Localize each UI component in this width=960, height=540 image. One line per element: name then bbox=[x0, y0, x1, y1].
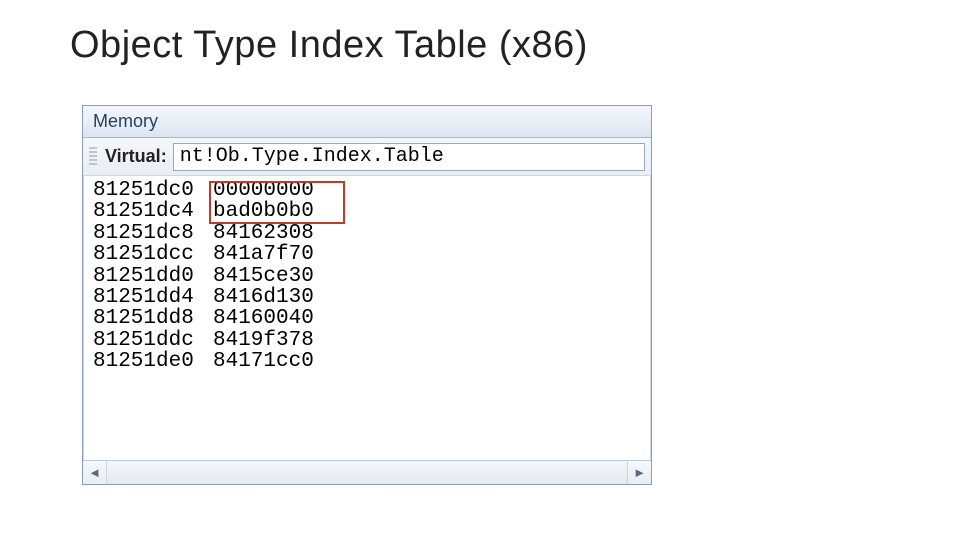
table-row: 81251dc8 84162308 bbox=[83, 223, 651, 244]
table-row: 81251dd0 8415ce30 bbox=[83, 266, 651, 287]
mem-val: 00000000 bbox=[213, 180, 343, 201]
mem-addr: 81251dc8 bbox=[93, 223, 213, 244]
mem-val: 841a7f70 bbox=[213, 244, 343, 265]
mem-addr: 81251de0 bbox=[93, 351, 213, 372]
mem-addr: 81251dcc bbox=[93, 244, 213, 265]
table-row: 81251dc4 bad0b0b0 bbox=[83, 201, 651, 222]
mem-val: 84171cc0 bbox=[213, 351, 343, 372]
mem-val: 84162308 bbox=[213, 223, 343, 244]
mem-addr: 81251dc0 bbox=[93, 180, 213, 201]
table-row: 81251ddc 8419f378 bbox=[83, 330, 651, 351]
toolbar: Virtual: bbox=[83, 138, 651, 176]
scroll-right-icon[interactable]: ► bbox=[627, 461, 651, 484]
table-row: 81251dd4 8416d130 bbox=[83, 287, 651, 308]
mem-val: 84160040 bbox=[213, 308, 343, 329]
mem-addr: 81251dc4 bbox=[93, 201, 213, 222]
mem-val: bad0b0b0 bbox=[213, 201, 343, 222]
window-title: Memory bbox=[93, 111, 158, 132]
virtual-input[interactable] bbox=[173, 143, 645, 171]
mem-val: 8415ce30 bbox=[213, 266, 343, 287]
slide: Object Type Index Table (x86) Memory Vir… bbox=[0, 0, 960, 540]
horizontal-scrollbar[interactable]: ◄ ► bbox=[83, 460, 651, 484]
mem-addr: 81251ddc bbox=[93, 330, 213, 351]
mem-addr: 81251dd4 bbox=[93, 287, 213, 308]
mem-addr: 81251dd0 bbox=[93, 266, 213, 287]
table-row: 81251dd8 84160040 bbox=[83, 308, 651, 329]
scroll-left-icon[interactable]: ◄ bbox=[83, 461, 107, 484]
window-titlebar: Memory bbox=[83, 106, 651, 138]
table-row: 81251dcc 841a7f70 bbox=[83, 244, 651, 265]
mem-val: 8416d130 bbox=[213, 287, 343, 308]
toolbar-grip-icon bbox=[89, 147, 97, 167]
table-row: 81251de0 84171cc0 bbox=[83, 351, 651, 372]
virtual-label: Virtual: bbox=[105, 146, 167, 167]
slide-title: Object Type Index Table (x86) bbox=[70, 24, 588, 67]
memory-dump: 81251dc0 00000000 81251dc4 bad0b0b0 8125… bbox=[83, 176, 651, 460]
table-row: 81251dc0 00000000 bbox=[83, 180, 651, 201]
mem-val: 8419f378 bbox=[213, 330, 343, 351]
memory-window: Memory Virtual: 81251dc0 00000000 81251d… bbox=[82, 105, 652, 485]
mem-addr: 81251dd8 bbox=[93, 308, 213, 329]
